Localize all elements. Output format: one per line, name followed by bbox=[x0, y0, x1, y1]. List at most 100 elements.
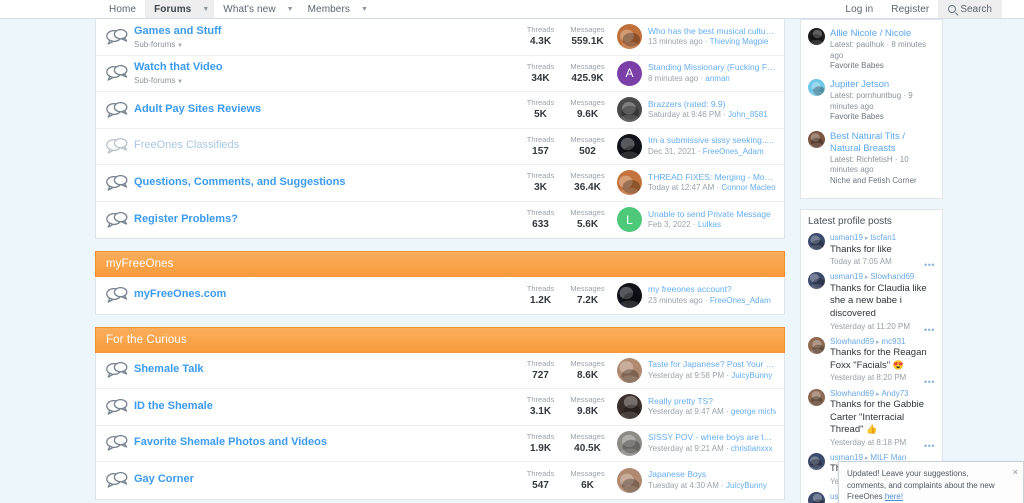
profile-post-to[interactable]: Andy73 bbox=[881, 389, 908, 398]
thread-title-link[interactable]: Jupiter Jetson bbox=[830, 79, 935, 91]
avatar[interactable] bbox=[617, 24, 642, 50]
avatar[interactable] bbox=[808, 492, 825, 503]
avatar[interactable] bbox=[617, 467, 642, 493]
list-item[interactable]: Best Natural Tits / Natural Breasts Lates… bbox=[808, 129, 935, 192]
last-post-title[interactable]: Standing Missionary (Fucking Fac... bbox=[648, 62, 776, 73]
thread-title-link[interactable]: Best Natural Tits / Natural Breasts bbox=[830, 131, 935, 155]
forum-row[interactable]: Favorite Shemale Photos and Videos Thread… bbox=[96, 425, 784, 462]
last-post-title[interactable]: Brazzers (rated: 9.9) bbox=[648, 99, 776, 110]
nav-item-home[interactable]: Home bbox=[100, 0, 145, 18]
avatar[interactable] bbox=[808, 130, 825, 148]
forum-title-link[interactable]: Questions, Comments, and Suggestions bbox=[134, 176, 517, 190]
last-post-title[interactable]: Japanese Boys bbox=[648, 469, 776, 480]
forum-title-link[interactable]: Shemale Talk bbox=[134, 363, 517, 377]
profile-post-from[interactable]: usman19 bbox=[830, 272, 863, 281]
list-item[interactable]: Slowhand69 ▸ Andy73 Thanks for the Gabbie… bbox=[808, 388, 935, 452]
forum-row[interactable]: Questions, Comments, and Suggestions Thre… bbox=[96, 165, 784, 202]
list-item[interactable]: Jupiter Jetson Latest: pornhuntbug · 9 mi… bbox=[808, 77, 935, 128]
avatar[interactable] bbox=[617, 357, 642, 383]
chevron-down-icon[interactable]: ▼ bbox=[175, 43, 183, 49]
chevron-down-icon[interactable]: ▼ bbox=[285, 0, 299, 18]
last-post-user[interactable]: Connor Macleod bbox=[721, 183, 776, 192]
avatar[interactable] bbox=[808, 453, 825, 471]
avatar[interactable] bbox=[808, 336, 825, 354]
avatar[interactable] bbox=[617, 282, 642, 308]
last-post-user[interactable]: JuicyBunny bbox=[726, 481, 767, 490]
last-post-user[interactable]: Lulkas bbox=[698, 220, 721, 229]
avatar[interactable] bbox=[808, 272, 825, 290]
ellipsis-icon[interactable]: ••• bbox=[924, 260, 935, 270]
last-post-title[interactable]: SISSY POV - where boys are turn... bbox=[648, 432, 776, 443]
last-post-title[interactable]: THREAD FIXES: Merging - Movin... bbox=[648, 172, 776, 183]
forum-row[interactable]: FreeOnes Classifieds Threads 157 Messages 50… bbox=[96, 128, 784, 165]
profile-post-from[interactable]: usman19 bbox=[830, 233, 863, 242]
last-post-user[interactable]: george micha bbox=[731, 407, 776, 416]
avatar[interactable] bbox=[617, 170, 642, 196]
nav-item-log-in[interactable]: Log in bbox=[836, 0, 882, 18]
last-post-title[interactable]: Im a submissive sissy seeking..... bbox=[648, 135, 776, 146]
profile-post-from[interactable]: Slowhand69 bbox=[830, 337, 874, 346]
forum-row[interactable]: Shemale Talk Threads 727 Messages 8.6K Taste … bbox=[96, 352, 784, 389]
ellipsis-icon[interactable]: ••• bbox=[924, 325, 935, 335]
forum-row[interactable]: ID the Shemale Threads 3.1K Messages 9.8K Rea… bbox=[96, 389, 784, 426]
avatar[interactable] bbox=[808, 233, 825, 251]
forum-title-link[interactable]: Favorite Shemale Photos and Videos bbox=[134, 436, 517, 450]
toast-link[interactable]: here! bbox=[885, 492, 903, 501]
toast-close-icon[interactable]: × bbox=[1013, 466, 1018, 479]
last-post-user[interactable]: John_8581 bbox=[728, 110, 768, 119]
last-post-user[interactable]: FreeOnes_Adam bbox=[703, 147, 764, 156]
avatar[interactable] bbox=[617, 97, 642, 123]
list-item[interactable]: Slowhand69 ▸ mc931 Thanks for the Reagan … bbox=[808, 336, 935, 388]
avatar[interactable] bbox=[617, 133, 642, 159]
forum-row[interactable]: Games and Stuff Sub-forums ▼ Threads 4.3K Me… bbox=[96, 19, 784, 56]
forum-row[interactable]: Adult Pay Sites Reviews Threads 5K Messages… bbox=[96, 92, 784, 129]
last-post-title[interactable]: Really pretty TS? bbox=[648, 396, 776, 407]
forum-row[interactable]: Gay Corner Threads 547 Messages 6K Japanese B… bbox=[96, 462, 784, 499]
nav-item-register[interactable]: Register bbox=[882, 0, 938, 18]
subforums-toggle[interactable]: Sub-forums ▼ bbox=[134, 76, 517, 85]
profile-post-to[interactable]: tscfan1 bbox=[870, 233, 896, 242]
ellipsis-icon[interactable]: ••• bbox=[924, 441, 935, 451]
forum-title-link[interactable]: FreeOnes Classifieds bbox=[134, 139, 517, 153]
notification-toast[interactable]: × Updated! Leave your suggestions, comme… bbox=[838, 461, 1024, 503]
forum-title-link[interactable]: Register Problems? bbox=[134, 213, 517, 227]
forum-row[interactable]: myFreeOnes.com Threads 1.2K Messages 7.2K my … bbox=[96, 277, 784, 314]
forum-title-link[interactable]: ID the Shemale bbox=[134, 400, 517, 414]
forum-row[interactable]: Register Problems? Threads 633 Messages 5.6K… bbox=[96, 201, 784, 238]
avatar[interactable] bbox=[617, 394, 642, 420]
avatar[interactable] bbox=[617, 430, 642, 456]
ellipsis-icon[interactable]: ••• bbox=[924, 377, 935, 387]
avatar[interactable] bbox=[808, 79, 825, 97]
nav-item-members[interactable]: Members bbox=[299, 0, 359, 18]
nav-item-what-s-new[interactable]: What's new bbox=[214, 0, 284, 18]
last-post-title[interactable]: Unable to send Private Message bbox=[648, 209, 776, 220]
forum-title-link[interactable]: Adult Pay Sites Reviews bbox=[134, 103, 517, 117]
forum-title-link[interactable]: myFreeOnes.com bbox=[134, 288, 517, 302]
avatar[interactable]: L bbox=[617, 207, 642, 233]
last-post-user[interactable]: Thieving Magpie bbox=[710, 37, 769, 46]
profile-post-from[interactable]: Slowhand69 bbox=[830, 389, 874, 398]
avatar[interactable] bbox=[808, 388, 825, 406]
chevron-down-icon[interactable]: ▼ bbox=[175, 79, 183, 85]
search-button[interactable]: Search bbox=[938, 0, 1002, 18]
last-post-user[interactable]: JuicyBunny bbox=[731, 371, 772, 380]
thread-title-link[interactable]: Allie Nicole / Nicole bbox=[830, 28, 935, 40]
last-post-title[interactable]: Who has the best musical culture? bbox=[648, 26, 776, 37]
forum-title-link[interactable]: Gay Corner bbox=[134, 473, 517, 487]
last-post-user[interactable]: anman bbox=[705, 74, 729, 83]
nav-item-forums[interactable]: Forums bbox=[145, 0, 201, 18]
avatar[interactable]: A bbox=[617, 60, 642, 86]
forum-row[interactable]: Watch that Video Sub-forums ▼ Threads 34K Me… bbox=[96, 55, 784, 92]
list-item[interactable]: usman19 ▸ Slowhand69 Thanks for Claudia l… bbox=[808, 271, 935, 335]
chevron-down-icon[interactable]: ▼ bbox=[359, 0, 373, 18]
chevron-down-icon[interactable]: ▼ bbox=[200, 0, 215, 18]
subforums-toggle[interactable]: Sub-forums ▼ bbox=[134, 40, 517, 49]
profile-post-to[interactable]: mc931 bbox=[881, 337, 905, 346]
last-post-title[interactable]: my freeones account? bbox=[648, 284, 776, 295]
last-post-user[interactable]: christianxxx bbox=[731, 444, 773, 453]
profile-post-to[interactable]: Slowhand69 bbox=[870, 272, 914, 281]
last-post-user[interactable]: FreeOnes_Adam bbox=[710, 296, 771, 305]
last-post-title[interactable]: Taste for Japanese? Post Your Hot... bbox=[648, 359, 776, 370]
avatar[interactable] bbox=[808, 28, 825, 45]
list-item[interactable]: usman19 ▸ tscfan1 Thanks for like Today at… bbox=[808, 232, 935, 271]
